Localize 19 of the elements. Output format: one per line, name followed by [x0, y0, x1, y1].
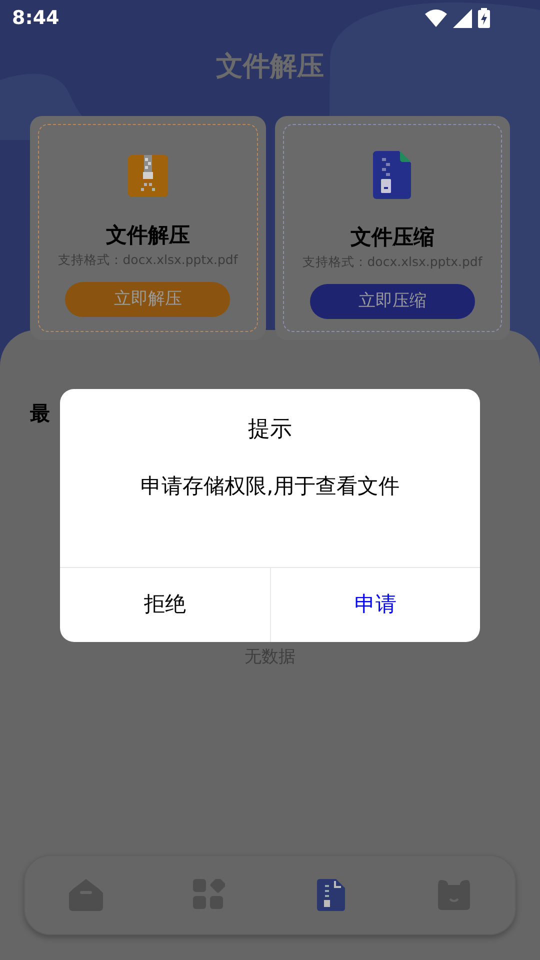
- zip-folder-icon: [128, 155, 168, 197]
- request-button[interactable]: 申请: [270, 568, 480, 642]
- reject-button[interactable]: 拒绝: [60, 568, 270, 642]
- bear-icon: [438, 880, 470, 910]
- dialog-title: 提示: [248, 416, 292, 444]
- apps-icon: [192, 879, 225, 911]
- zip-file-icon: [373, 151, 412, 199]
- signal-icon: [453, 8, 472, 28]
- page-title: 文件解压: [216, 50, 324, 84]
- zip-file-icon: [317, 879, 346, 911]
- action-button[interactable]: 立即压缩: [310, 284, 475, 319]
- card-title: 文件解压: [106, 222, 190, 249]
- dialog-message: 申请存储权限,用于查看文件: [140, 473, 400, 500]
- status-time: 8:44: [12, 6, 60, 31]
- box-icon: [69, 879, 104, 911]
- battery-icon: [478, 8, 490, 28]
- card-title: 文件压缩: [350, 224, 434, 251]
- section-heading: 最: [30, 400, 50, 427]
- wifi-icon: [425, 9, 447, 27]
